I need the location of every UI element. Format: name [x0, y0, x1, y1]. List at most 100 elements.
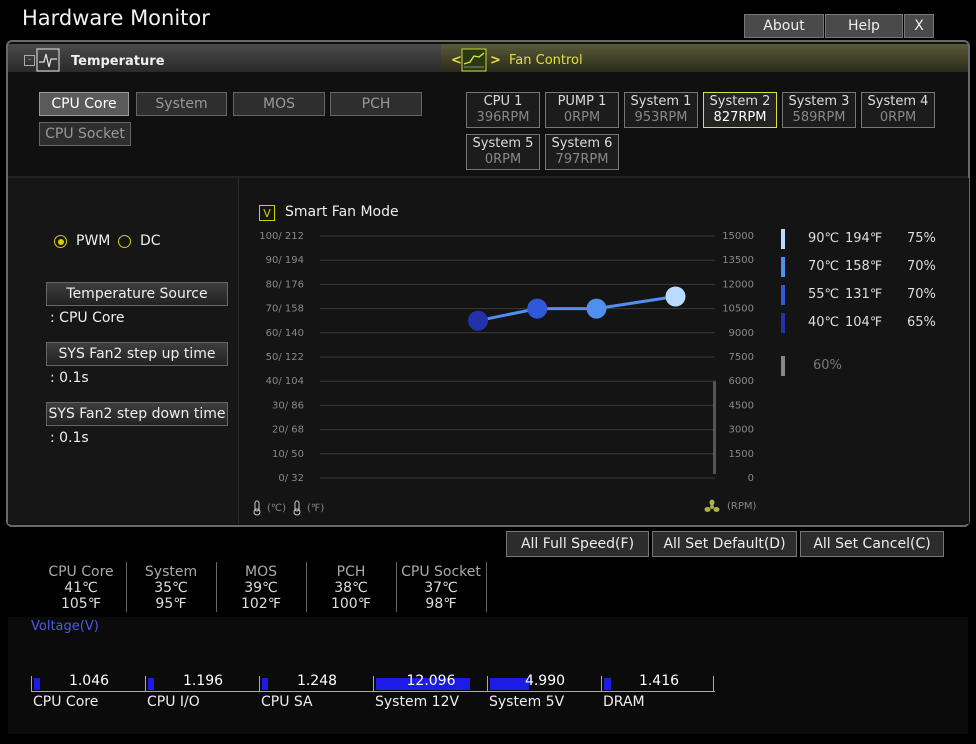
sensor-button-mos[interactable]: MOS — [233, 92, 325, 116]
thermometer-c-icon — [251, 500, 263, 520]
legend-temp-f: 158℉ — [845, 259, 883, 274]
voltage-value: 1.046 — [68, 673, 110, 689]
voltage-value: 1.248 — [296, 673, 338, 689]
temp-name: CPU Core — [48, 564, 114, 580]
fan-button-pump1[interactable]: PUMP 1 0RPM — [545, 92, 619, 128]
fan-button-system1[interactable]: System 1 953RPM — [624, 92, 698, 128]
collapse-icon[interactable]: - — [24, 55, 35, 66]
voltage-bar-cpu-io: 1.196 — [145, 673, 259, 692]
all-full-speed-button[interactable]: All Full Speed(F) — [506, 531, 649, 557]
fan-name: System 3 — [788, 94, 850, 109]
dc-label: DC — [140, 233, 161, 249]
help-button[interactable]: Help — [825, 14, 903, 38]
step-up-time-button[interactable]: SYS Fan2 step up time — [46, 342, 228, 366]
temp-readout-mos: MOS 39℃ 102℉ — [216, 564, 306, 612]
voltage-value: 1.196 — [182, 673, 224, 689]
voltage-label: System 12V — [375, 694, 460, 710]
temp-readout-cpu-socket: CPU Socket 37℃ 98℉ — [396, 564, 486, 612]
step-down-time-button[interactable]: SYS Fan2 step down time — [46, 402, 228, 426]
rpm-tick-label: 9000 — [729, 328, 754, 339]
y-tick-label: 100/ 212 — [259, 231, 304, 242]
about-button[interactable]: About — [744, 14, 824, 38]
rpm-tick-label: 3000 — [729, 425, 754, 436]
fan-rpm: 396RPM — [476, 110, 530, 125]
y-tick-label: 50/ 122 — [266, 352, 304, 363]
voltage-label: CPU Core — [33, 694, 99, 710]
sensor-button-pch[interactable]: PCH — [330, 92, 422, 116]
rpm-tick-label: 6000 — [729, 376, 754, 387]
voltage-scale-end — [713, 676, 714, 692]
legend-temp-f: 104℉ — [845, 315, 883, 330]
legend-temp-f: 131℉ — [845, 287, 883, 302]
fan-rpm: 827RPM — [713, 110, 767, 125]
temp-c: 41℃ — [64, 580, 98, 596]
dc-radio[interactable] — [118, 235, 131, 248]
y-tick-label: 20/ 68 — [272, 425, 304, 436]
all-set-cancel-button[interactable]: All Set Cancel(C) — [800, 531, 944, 557]
fan-rpm: 0RPM — [879, 110, 917, 125]
all-set-default-button[interactable]: All Set Default(D) — [652, 531, 797, 557]
legend-min-swatch — [781, 356, 785, 376]
voltage-value: 4.990 — [524, 673, 566, 689]
fahrenheit-unit: (℉) — [307, 503, 325, 514]
temp-c: 39℃ — [244, 580, 278, 596]
rpm-rail — [713, 381, 716, 474]
thermometer-f-icon — [291, 500, 303, 520]
temp-f: 95℉ — [155, 596, 187, 612]
fan-name: PUMP 1 — [557, 94, 607, 109]
fan-curve-point[interactable] — [468, 310, 488, 331]
next-tab-arrow[interactable]: > — [490, 53, 501, 68]
voltage-label: DRAM — [603, 694, 645, 710]
celsius-unit: (℃) — [267, 503, 287, 514]
voltage-bar-dram: 1.416 — [601, 673, 715, 692]
legend-temp-c: 40℃ — [808, 315, 840, 330]
rpm-tick-label: 0 — [748, 473, 754, 484]
fan-curve-chart[interactable]: 100/ 212 15000 90/ 194 13500 80/ 176 12000 70/… — [240, 224, 780, 498]
divider — [486, 562, 487, 612]
fan-button-system3[interactable]: System 3 589RPM — [782, 92, 856, 128]
voltage-value: 1.416 — [638, 673, 680, 689]
fan-button-system2[interactable]: System 2 827RPM — [703, 92, 777, 128]
temp-name: CPU Socket — [401, 564, 481, 580]
fan-curve-point[interactable] — [665, 286, 686, 307]
legend-min-percent: 60% — [813, 358, 842, 373]
temp-readout-pch: PCH 38℃ 100℉ — [306, 564, 396, 612]
temp-c: 35℃ — [154, 580, 188, 596]
fan-button-system6[interactable]: System 6 797RPM — [545, 134, 619, 170]
sensor-button-cpu-core[interactable]: CPU Core — [39, 92, 129, 116]
step-down-time-value: : 0.1s — [50, 430, 89, 446]
smart-fan-checkbox[interactable]: V — [259, 205, 275, 221]
smart-fan-label: Smart Fan Mode — [285, 204, 399, 220]
fan-curve-point[interactable] — [586, 298, 607, 319]
fan-button-system5[interactable]: System 5 0RPM — [466, 134, 540, 170]
fan-curve-point[interactable] — [527, 298, 548, 319]
y-tick-label: 30/ 86 — [272, 400, 304, 411]
y-tick-label: 40/ 104 — [266, 376, 304, 387]
legend-percent: 75% — [907, 231, 936, 246]
temperature-source-value: : CPU Core — [50, 310, 125, 326]
legend-swatch — [781, 229, 785, 249]
temperature-source-button[interactable]: Temperature Source — [46, 282, 228, 306]
sensor-button-cpu-socket[interactable]: CPU Socket — [39, 122, 131, 146]
temp-f: 98℉ — [425, 596, 457, 612]
close-button[interactable]: X — [904, 14, 934, 38]
fan-control-tab-label: Fan Control — [509, 53, 583, 68]
temp-readout-cpu-core: CPU Core 41℃ 105℉ — [36, 564, 126, 612]
fan-name: System 4 — [867, 94, 929, 109]
temperature-icon — [36, 48, 60, 76]
y-tick-label: 0/ 32 — [278, 473, 304, 484]
fan-rpm: 0RPM — [484, 152, 522, 167]
fan-rpm: 0RPM — [563, 110, 601, 125]
fan-button-system4[interactable]: System 4 0RPM — [861, 92, 935, 128]
rpm-tick-label: 12000 — [722, 279, 754, 290]
pwm-radio[interactable] — [54, 235, 67, 248]
sensor-button-system[interactable]: System — [136, 92, 227, 116]
legend-temp-c: 55℃ — [808, 287, 840, 302]
fan-button-cpu1[interactable]: CPU 1 396RPM — [466, 92, 540, 128]
temp-c: 38℃ — [334, 580, 368, 596]
y-tick-label: 10/ 50 — [272, 449, 304, 460]
voltage-bar-cpu-sa: 1.248 — [259, 673, 373, 692]
fan-name: System 1 — [630, 94, 692, 109]
y-tick-label: 70/ 158 — [266, 304, 304, 315]
fan-icon — [704, 499, 720, 519]
